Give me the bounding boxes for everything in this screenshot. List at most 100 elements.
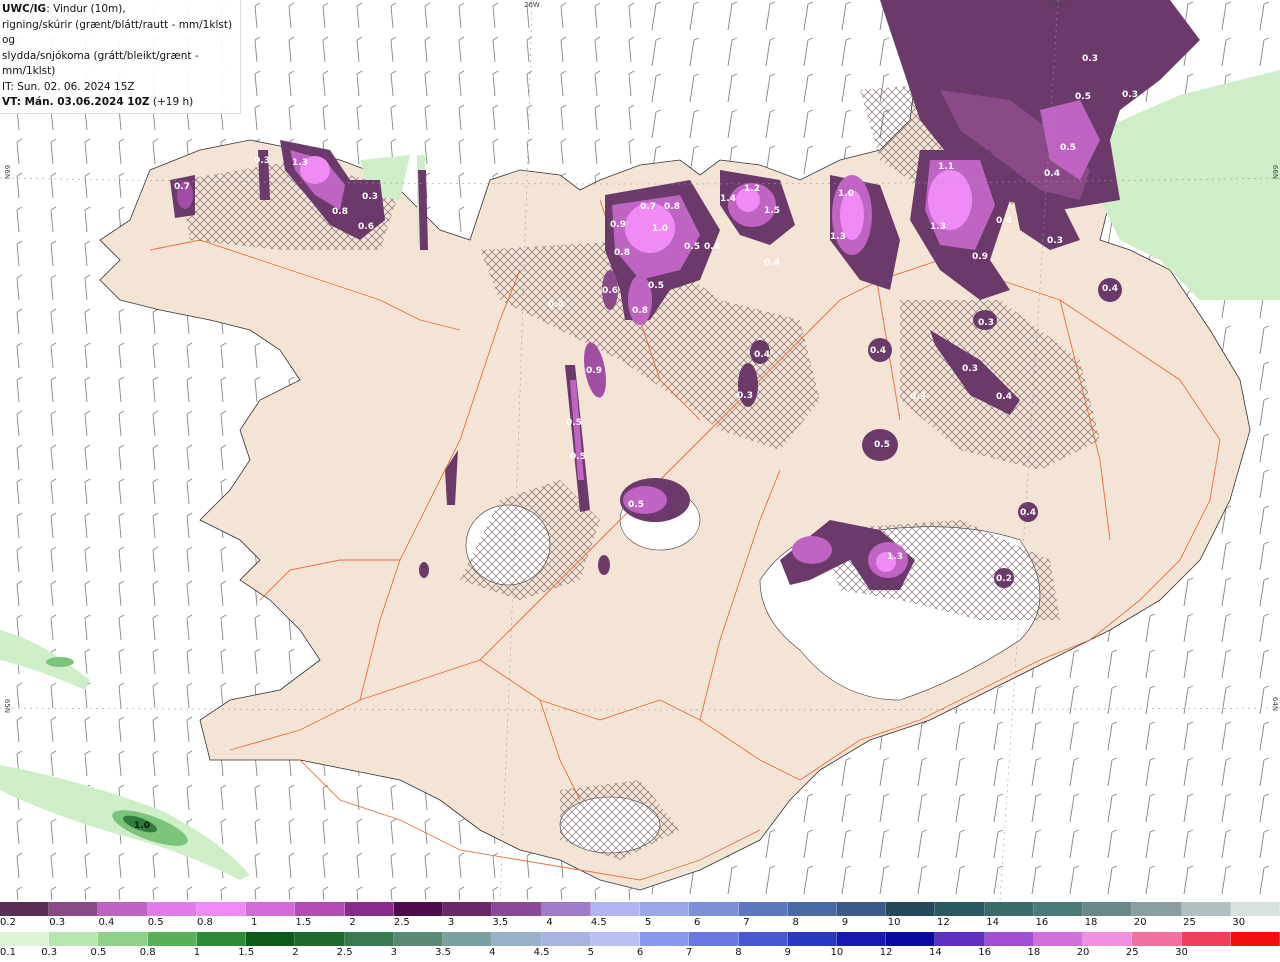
legend-snow-label: 0.2 [0,917,16,928]
legend-snow-swatch [1230,902,1280,916]
legend-snow-swatch [147,902,197,916]
header-valid-time: VT: Mán. 03.06.2024 10Z (+19 h) [2,95,236,111]
precip-label: 0.9 [610,220,626,230]
precip-label: 0.5 [566,418,582,428]
legend-rain-label: 16 [978,947,991,958]
axis-label-left-65n: 65N [3,698,12,714]
precip-label: 0.4 [1044,169,1060,179]
legend-rain-swatch [541,932,591,946]
precip-label: 0.4 [1102,284,1118,294]
precip-label: 0.4 [548,300,564,310]
precip-label: 0.3 [1047,236,1063,246]
legend-snow-swatch [295,902,345,916]
legend-rain-label: 0.8 [139,947,156,958]
legend-rain-label: 7 [686,947,693,958]
legend-rain-label: 3.5 [435,947,452,958]
legend-snow-swatch [1181,902,1231,916]
legend-snow-label: 3 [447,917,455,928]
legend-rain-label: 1.5 [238,947,255,958]
precip-label: 0.5 [874,440,890,450]
precip-label: 0.3 [254,156,270,166]
legend-rain-swatch [1181,932,1231,946]
legend-snow-swatch [984,902,1034,916]
legend-rain-swatch [443,932,493,946]
legend-snow-swatch [1132,902,1182,916]
precip-label: 1.0 [134,821,150,831]
legend-rain-label: 3 [390,947,398,958]
legend-snow-swatch [49,902,99,916]
legend-snow-label: 14 [986,917,999,928]
precip-label: 0.4 [1020,508,1036,518]
legend-rain-label: 18 [1027,947,1041,958]
legend-snow-swatch [1033,902,1084,916]
header-valid-time-bold: VT: Mán. 03.06.2024 10Z [2,96,150,108]
header-line-2: rigning/skúrir (grænt/blátt/rautt - mm/1… [2,18,233,47]
header-brand: UWC/IG [2,3,47,15]
precip-label: 0.2 [1154,84,1170,94]
precip-label: 0.3 [1082,54,1098,64]
precip-label: 0.4 [870,346,886,356]
legend-snow-labels: 0.2 0.3 0.4 0.5 0.8 1 1.5 2 2.5 3 3.5 4 4.5 5 6 7 8 9 10 12… [0,916,1280,930]
header-line-1: UWC/IG: Vindur (10m), [2,2,236,18]
axis-label-20w: 20W [524,1,540,9]
legend-snow-label: 18 [1084,917,1098,928]
legend-rain-swatch [689,932,739,946]
precip-label: 0.5 [570,452,586,462]
legend-rain-label: 9 [784,947,791,958]
legend-rain-swatch [590,932,641,946]
legend-snow-label: 30 [1232,917,1246,928]
legend-snow-label: 9 [841,917,849,928]
precip-label: 0.3 [362,192,378,202]
legend-snow-swatch [738,902,788,916]
legend-snow-swatch [344,902,394,916]
precip-label: 1.4 [720,194,736,204]
precip-label: 0.5 [648,281,664,291]
legend-snow-label: 12 [937,917,950,928]
map-canvas: 0.3 0.5 0.3 0.2 0.5 0.4 1.1 1.0 1.3 0.4 0.3 0.9 1.3 0… [0,0,1280,901]
legend-rain-swatch [49,932,99,946]
precip-label: 0.3 [978,318,994,328]
precip-label: 1.1 [938,162,954,172]
legend-snow-label: 0.8 [196,917,213,928]
precip-label: 1.3 [292,158,308,168]
precip-label: 0.7 [174,182,190,192]
legend-snow-swatch [886,902,936,916]
precip-label: 0.4 [704,242,720,252]
precip-label: 0.4 [996,392,1012,402]
legend-rain-label: 1 [193,947,201,958]
legend-rain-swatch [935,932,985,946]
legend-rain-label: 2.5 [336,947,353,958]
legend-snow-label: 5 [644,917,652,928]
legend-rain-swatch [1132,932,1182,946]
legend-rain-swatch [98,932,148,946]
legend-snow-swatch [492,902,542,916]
legend-rain-swatch [984,932,1034,946]
weather-map[interactable]: 0.3 0.5 0.3 0.2 0.5 0.4 1.1 1.0 1.3 0.4 0.3 0.9 1.3 0… [0,0,1280,901]
legend-snow-label: 0.5 [147,917,164,928]
legend-rain-label: 2 [292,947,299,958]
legend-snow-swatch [443,902,493,916]
legend-snow-swatch [98,902,148,916]
precip-label: 0.6 [602,286,618,296]
legend-rain-label: 4.5 [533,947,550,958]
legend-snow-swatch [836,902,887,916]
precip-label: 1.3 [887,552,903,562]
legend-rain-label: 0.1 [0,947,16,958]
legend-rain-swatches [0,932,1280,946]
precip-label: 0.8 [664,202,680,212]
precip-label: 1.0 [652,224,668,234]
axis-label-right-66n: 66N [1271,164,1280,180]
legend-snow-label: 0.3 [49,917,66,928]
legend-snow-swatch [0,902,50,916]
legend-snow-swatch [640,902,690,916]
precip-label: 0.5 [628,500,644,510]
legend-rain-label: 25 [1125,947,1139,958]
axis-label-left-66n: 66N [3,164,12,180]
map-header: UWC/IG: Vindur (10m), rigning/skúrir (gr… [0,0,241,114]
precip-label: 0.3 [737,391,753,401]
legend-rain-swatch [1230,932,1280,946]
header-initial-time: IT: Sun. 02. 06. 2024 15Z [2,80,135,93]
precip-label: 0.4 [764,258,780,268]
precip-label: 0.8 [614,248,630,258]
legend-rain: 0.1 0.3 0.5 0.8 1 1.5 2 2.5 3 3.5 4 4.5 5 6 7 8 9 10 12 14 1… [0,932,1280,962]
